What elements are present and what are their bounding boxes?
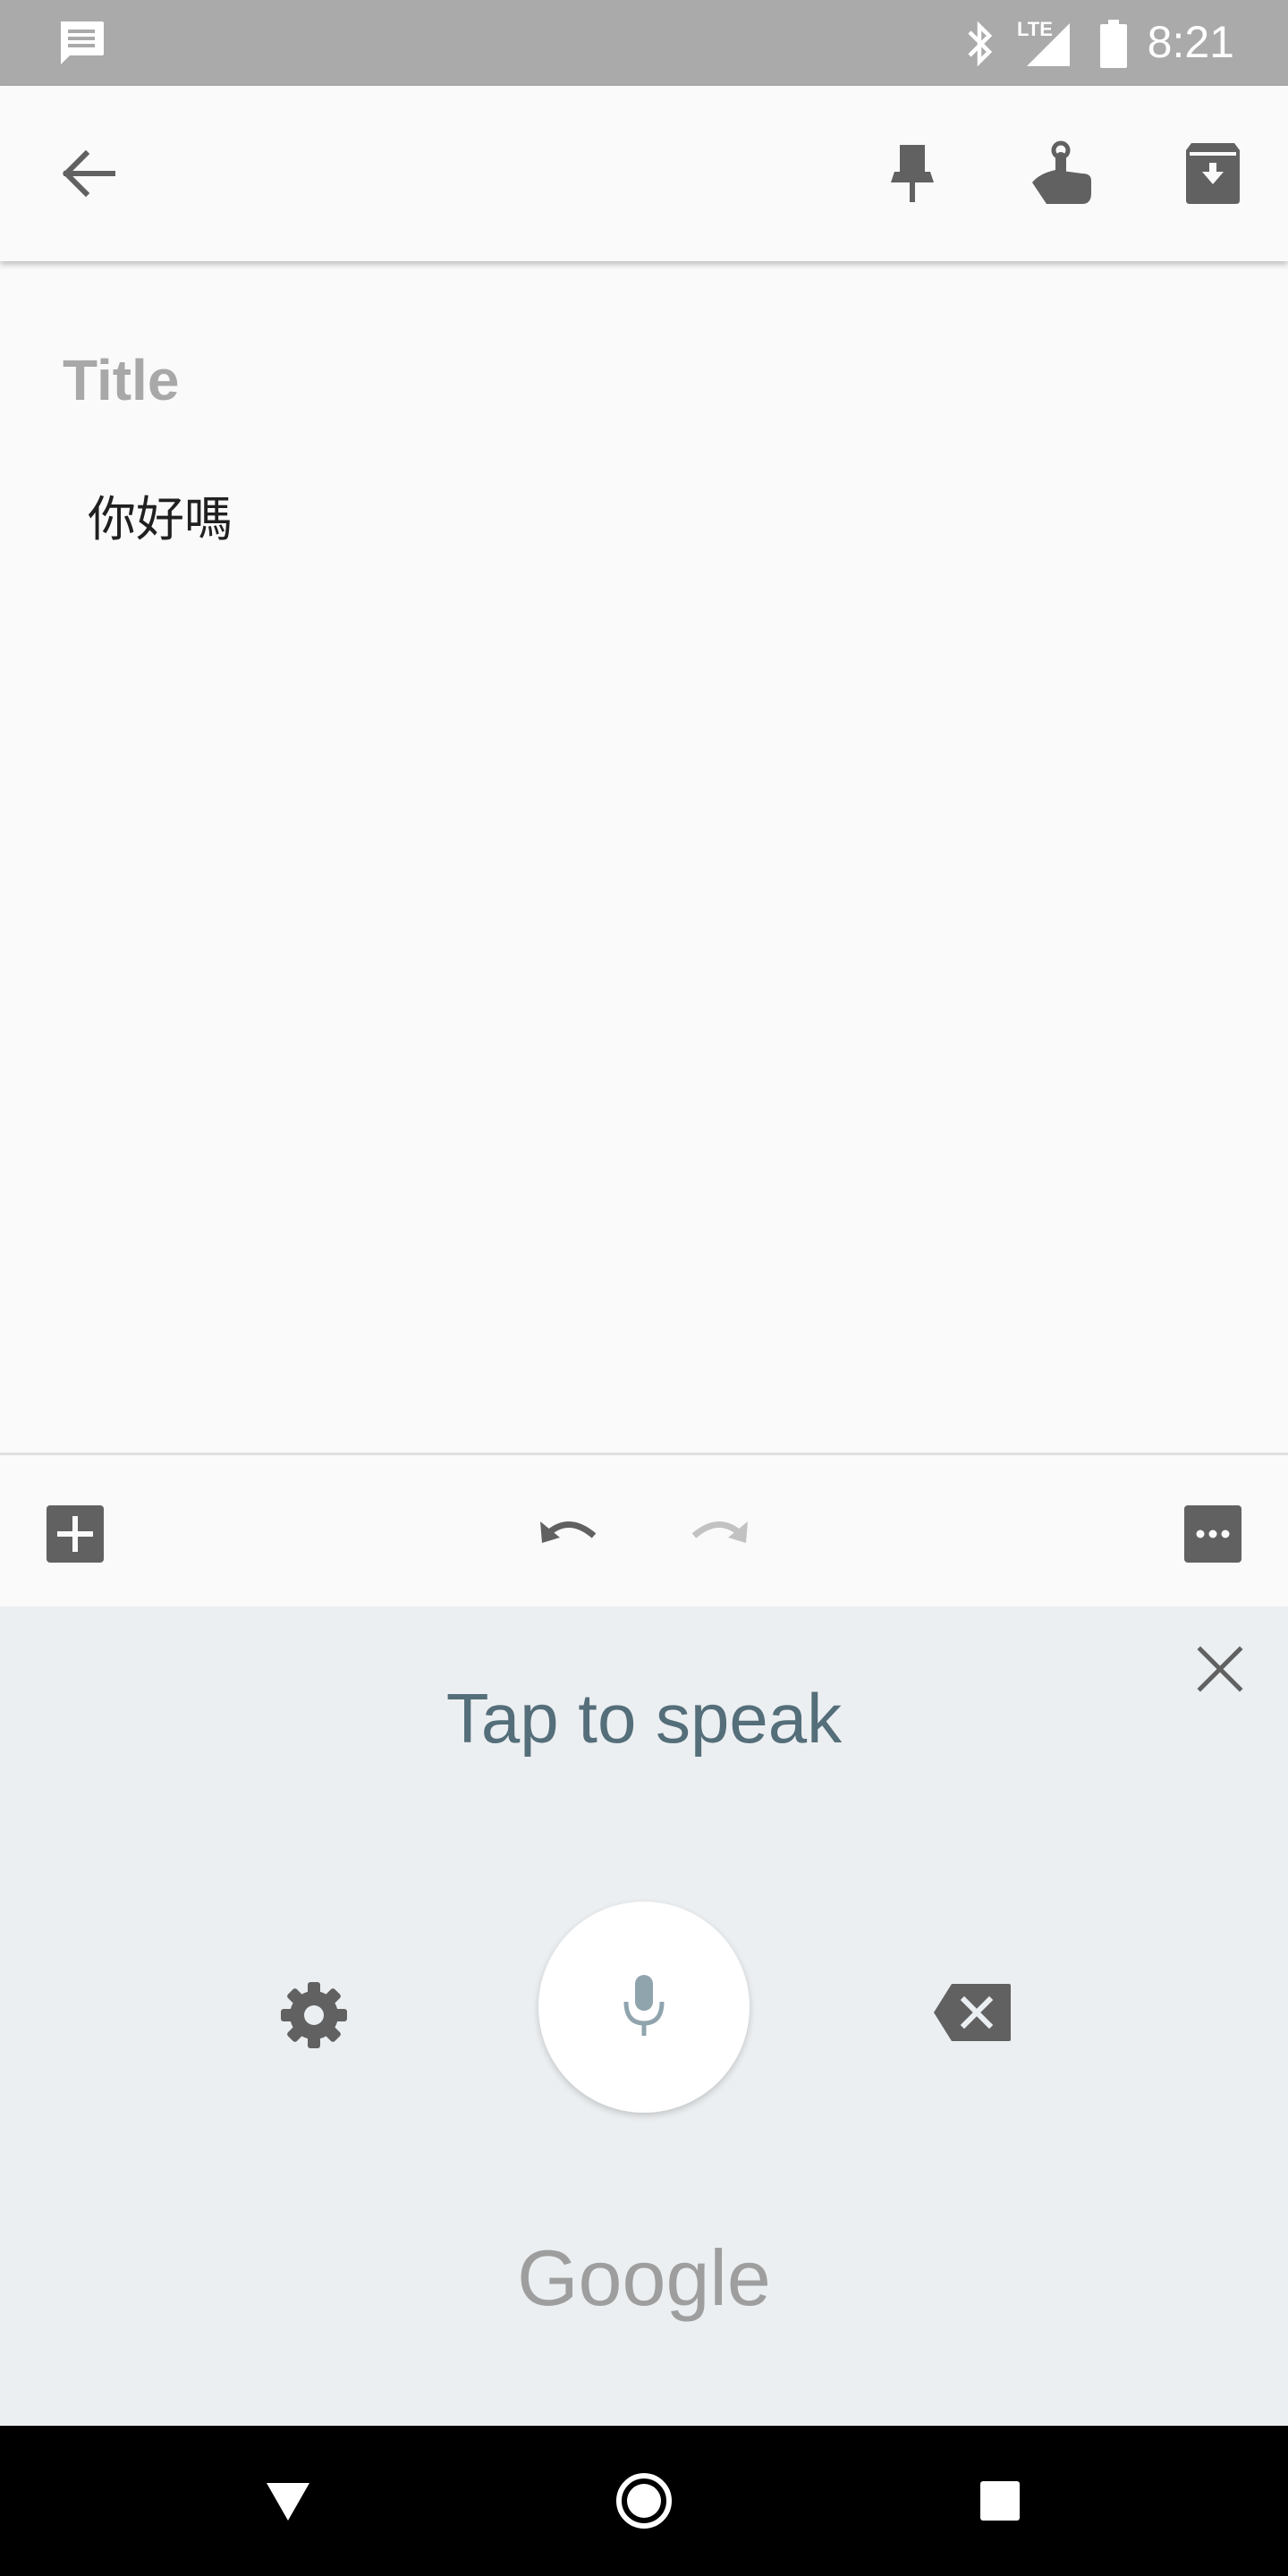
recents-square-icon[interactable]: [964, 2465, 1036, 2537]
redo-icon[interactable]: [683, 1498, 755, 1570]
cell-signal-icon: [1025, 21, 1072, 68]
note-body-input[interactable]: 你好嗎: [88, 479, 233, 550]
google-logo: Google: [517, 2233, 771, 2322]
add-box-icon[interactable]: [39, 1498, 111, 1570]
notification-message-icon: [57, 20, 106, 66]
note-toolbar: [0, 86, 1288, 261]
voice-prompt: Tap to speak: [445, 1679, 843, 1758]
voice-input-panel: Tap to speak Google: [0, 1606, 1288, 2426]
note-title-input[interactable]: Title: [63, 347, 179, 413]
status-time: 8:21: [1147, 17, 1234, 67]
status-bar: LTE 8:21: [0, 0, 1288, 86]
back-arrow-icon[interactable]: [45, 131, 131, 216]
back-triangle-icon[interactable]: [252, 2465, 324, 2537]
settings-icon[interactable]: [274, 1975, 354, 2055]
microphone-button[interactable]: [538, 1902, 750, 2113]
more-icon[interactable]: [1177, 1498, 1249, 1570]
note-edit-bar: [0, 1453, 1288, 1606]
bluetooth-icon: [962, 18, 998, 70]
undo-icon[interactable]: [533, 1498, 605, 1570]
battery-icon: [1098, 18, 1129, 70]
reminder-icon[interactable]: [1020, 131, 1106, 216]
backspace-icon[interactable]: [932, 1979, 1013, 2046]
pin-icon[interactable]: [869, 131, 955, 216]
microphone-icon: [623, 1975, 665, 2036]
home-circle-icon[interactable]: [608, 2465, 680, 2537]
archive-icon[interactable]: [1170, 131, 1256, 216]
system-navigation-bar: [0, 2426, 1288, 2576]
